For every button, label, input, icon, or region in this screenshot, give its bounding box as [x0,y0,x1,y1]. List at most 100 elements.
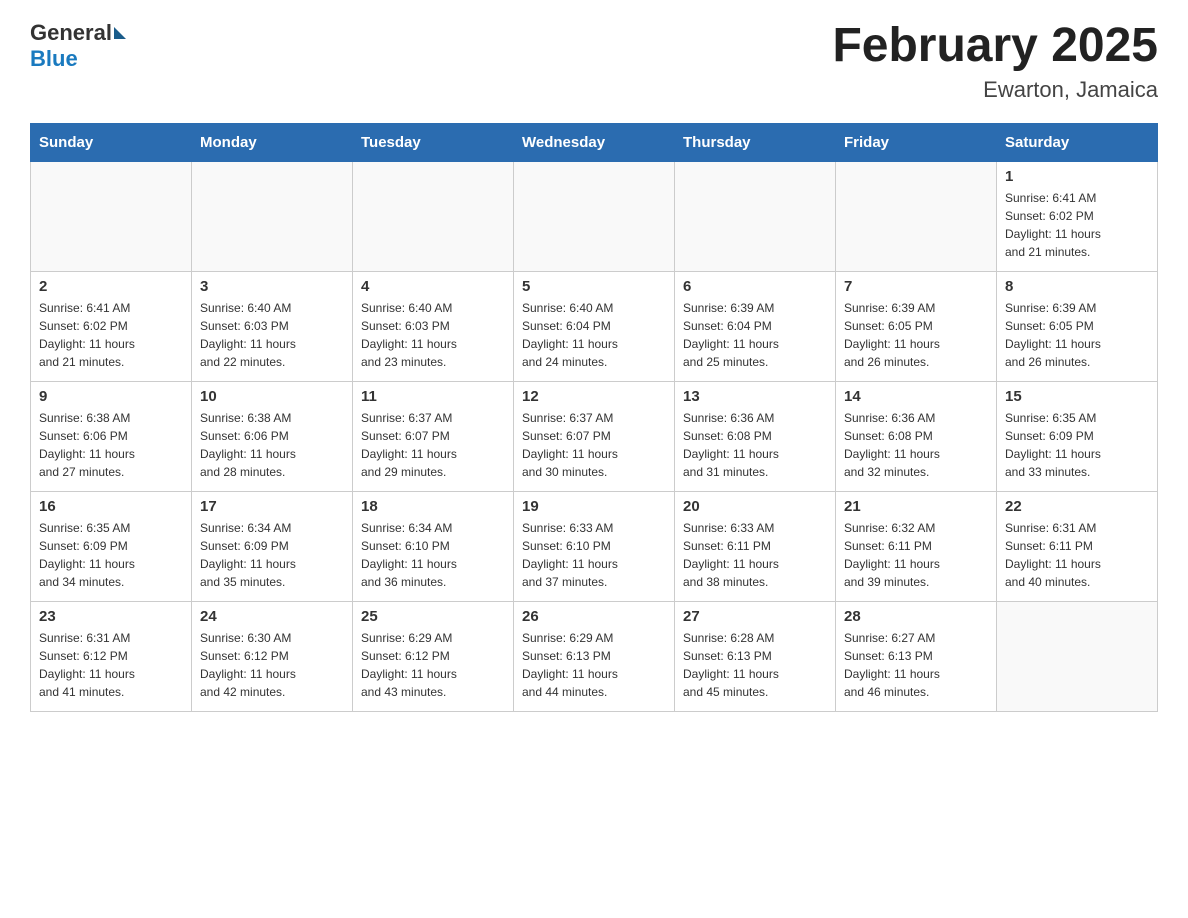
calendar-cell: 25 Sunrise: 6:29 AM Sunset: 6:12 PM Dayli… [353,601,514,711]
day-number: 5 [522,278,666,295]
calendar-table: SundayMondayTuesdayWednesdayThursdayFrid… [30,123,1158,712]
logo-general-text: General [30,20,112,46]
day-info: Sunrise: 6:39 AM Sunset: 6:05 PM Dayligh… [1005,299,1149,371]
col-header-friday: Friday [836,123,997,161]
calendar-cell: 11 Sunrise: 6:37 AM Sunset: 6:07 PM Dayli… [353,381,514,491]
day-number: 1 [1005,168,1149,185]
week-row-5: 23 Sunrise: 6:31 AM Sunset: 6:12 PM Dayli… [31,601,1158,711]
logo: General Blue [30,20,126,72]
calendar-header-row: SundayMondayTuesdayWednesdayThursdayFrid… [31,123,1158,161]
calendar-cell: 17 Sunrise: 6:34 AM Sunset: 6:09 PM Dayli… [192,491,353,601]
day-info: Sunrise: 6:27 AM Sunset: 6:13 PM Dayligh… [844,629,988,701]
calendar-cell: 12Sunrise: 6:37 AM Sunset: 6:07 PM Dayli… [514,381,675,491]
calendar-cell: 3 Sunrise: 6:40 AM Sunset: 6:03 PM Daylig… [192,271,353,381]
day-number: 3 [200,278,344,295]
day-info: Sunrise: 6:28 AM Sunset: 6:13 PM Dayligh… [683,629,827,701]
day-info: Sunrise: 6:37 AM Sunset: 6:07 PM Dayligh… [361,409,505,481]
col-header-sunday: Sunday [31,123,192,161]
calendar-cell: 7 Sunrise: 6:39 AM Sunset: 6:05 PM Daylig… [836,271,997,381]
day-number: 23 [39,608,183,625]
calendar-cell: 6Sunrise: 6:39 AM Sunset: 6:04 PM Daylig… [675,271,836,381]
page-header: General Blue February 2025 Ewarton, Jama… [30,20,1158,103]
day-info: Sunrise: 6:41 AM Sunset: 6:02 PM Dayligh… [39,299,183,371]
col-header-saturday: Saturday [997,123,1158,161]
calendar-cell: 15 Sunrise: 6:35 AM Sunset: 6:09 PM Dayli… [997,381,1158,491]
day-number: 10 [200,388,344,405]
day-number: 16 [39,498,183,515]
day-info: Sunrise: 6:35 AM Sunset: 6:09 PM Dayligh… [1005,409,1149,481]
week-row-1: 1 Sunrise: 6:41 AM Sunset: 6:02 PM Daylig… [31,161,1158,271]
day-number: 6 [683,278,827,295]
day-info: Sunrise: 6:29 AM Sunset: 6:12 PM Dayligh… [361,629,505,701]
calendar-cell: 18 Sunrise: 6:34 AM Sunset: 6:10 PM Dayli… [353,491,514,601]
calendar-cell: 20 Sunrise: 6:33 AM Sunset: 6:11 PM Dayli… [675,491,836,601]
calendar-cell [836,161,997,271]
day-number: 28 [844,608,988,625]
day-info: Sunrise: 6:33 AM Sunset: 6:10 PM Dayligh… [522,519,666,591]
location-title: Ewarton, Jamaica [832,77,1158,103]
calendar-cell [353,161,514,271]
day-info: Sunrise: 6:33 AM Sunset: 6:11 PM Dayligh… [683,519,827,591]
day-info: Sunrise: 6:36 AM Sunset: 6:08 PM Dayligh… [683,409,827,481]
week-row-4: 16 Sunrise: 6:35 AM Sunset: 6:09 PM Dayli… [31,491,1158,601]
day-info: Sunrise: 6:31 AM Sunset: 6:11 PM Dayligh… [1005,519,1149,591]
calendar-cell: 8Sunrise: 6:39 AM Sunset: 6:05 PM Daylig… [997,271,1158,381]
calendar-cell: 22 Sunrise: 6:31 AM Sunset: 6:11 PM Dayli… [997,491,1158,601]
day-number: 24 [200,608,344,625]
day-info: Sunrise: 6:36 AM Sunset: 6:08 PM Dayligh… [844,409,988,481]
day-info: Sunrise: 6:41 AM Sunset: 6:02 PM Dayligh… [1005,189,1149,261]
logo-blue-text: Blue [30,46,126,72]
day-number: 20 [683,498,827,515]
calendar-cell: 19Sunrise: 6:33 AM Sunset: 6:10 PM Dayli… [514,491,675,601]
week-row-2: 2 Sunrise: 6:41 AM Sunset: 6:02 PM Daylig… [31,271,1158,381]
day-number: 22 [1005,498,1149,515]
day-info: Sunrise: 6:38 AM Sunset: 6:06 PM Dayligh… [200,409,344,481]
col-header-wednesday: Wednesday [514,123,675,161]
calendar-cell: 21 Sunrise: 6:32 AM Sunset: 6:11 PM Dayli… [836,491,997,601]
calendar-cell [192,161,353,271]
day-number: 21 [844,498,988,515]
calendar-cell: 26 Sunrise: 6:29 AM Sunset: 6:13 PM Dayli… [514,601,675,711]
calendar-cell: 4 Sunrise: 6:40 AM Sunset: 6:03 PM Daylig… [353,271,514,381]
day-info: Sunrise: 6:40 AM Sunset: 6:04 PM Dayligh… [522,299,666,371]
day-info: Sunrise: 6:40 AM Sunset: 6:03 PM Dayligh… [200,299,344,371]
day-number: 26 [522,608,666,625]
calendar-cell: 10 Sunrise: 6:38 AM Sunset: 6:06 PM Dayli… [192,381,353,491]
day-info: Sunrise: 6:38 AM Sunset: 6:06 PM Dayligh… [39,409,183,481]
day-number: 17 [200,498,344,515]
day-number: 14 [844,388,988,405]
day-info: Sunrise: 6:32 AM Sunset: 6:11 PM Dayligh… [844,519,988,591]
week-row-3: 9 Sunrise: 6:38 AM Sunset: 6:06 PM Daylig… [31,381,1158,491]
day-number: 9 [39,388,183,405]
calendar-cell: 9 Sunrise: 6:38 AM Sunset: 6:06 PM Daylig… [31,381,192,491]
day-info: Sunrise: 6:29 AM Sunset: 6:13 PM Dayligh… [522,629,666,701]
day-number: 25 [361,608,505,625]
title-block: February 2025 Ewarton, Jamaica [832,20,1158,103]
col-header-monday: Monday [192,123,353,161]
day-number: 11 [361,388,505,405]
calendar-cell: 16 Sunrise: 6:35 AM Sunset: 6:09 PM Dayli… [31,491,192,601]
day-info: Sunrise: 6:34 AM Sunset: 6:09 PM Dayligh… [200,519,344,591]
col-header-thursday: Thursday [675,123,836,161]
day-number: 4 [361,278,505,295]
calendar-cell: 5 Sunrise: 6:40 AM Sunset: 6:04 PM Daylig… [514,271,675,381]
calendar-cell: 27Sunrise: 6:28 AM Sunset: 6:13 PM Dayli… [675,601,836,711]
day-number: 15 [1005,388,1149,405]
calendar-cell [675,161,836,271]
day-number: 18 [361,498,505,515]
day-number: 2 [39,278,183,295]
col-header-tuesday: Tuesday [353,123,514,161]
day-info: Sunrise: 6:35 AM Sunset: 6:09 PM Dayligh… [39,519,183,591]
calendar-cell: 1 Sunrise: 6:41 AM Sunset: 6:02 PM Daylig… [997,161,1158,271]
day-number: 7 [844,278,988,295]
day-number: 12 [522,388,666,405]
calendar-cell [31,161,192,271]
calendar-cell [514,161,675,271]
day-info: Sunrise: 6:34 AM Sunset: 6:10 PM Dayligh… [361,519,505,591]
day-info: Sunrise: 6:30 AM Sunset: 6:12 PM Dayligh… [200,629,344,701]
day-info: Sunrise: 6:39 AM Sunset: 6:05 PM Dayligh… [844,299,988,371]
day-info: Sunrise: 6:31 AM Sunset: 6:12 PM Dayligh… [39,629,183,701]
calendar-cell: 14 Sunrise: 6:36 AM Sunset: 6:08 PM Dayli… [836,381,997,491]
day-info: Sunrise: 6:40 AM Sunset: 6:03 PM Dayligh… [361,299,505,371]
calendar-cell: 24 Sunrise: 6:30 AM Sunset: 6:12 PM Dayli… [192,601,353,711]
